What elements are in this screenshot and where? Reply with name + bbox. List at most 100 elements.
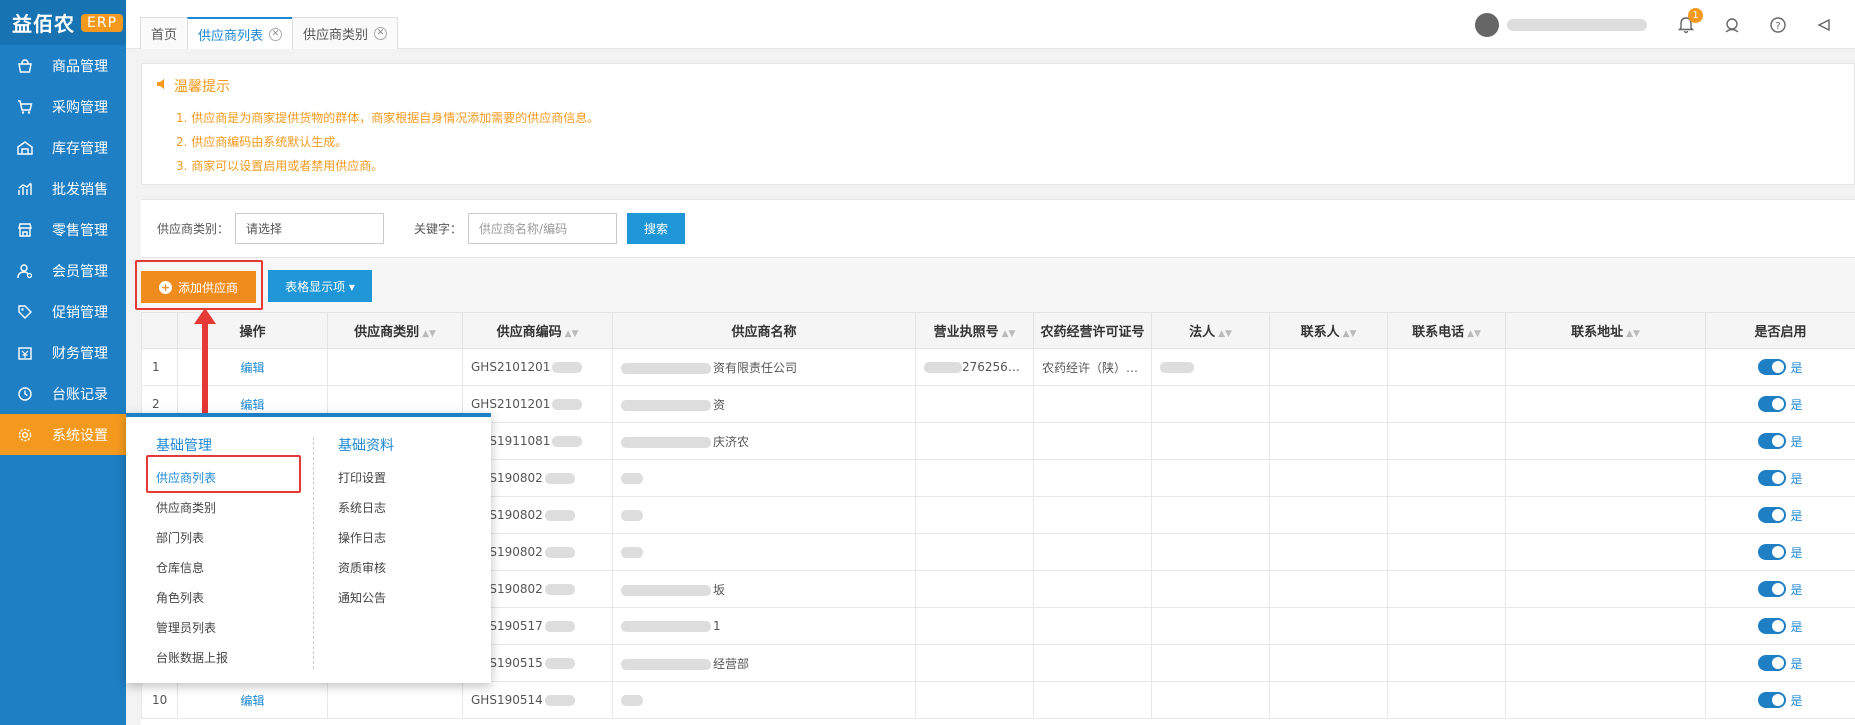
menu-item[interactable]: 操作日志 — [338, 523, 394, 553]
cell-permit — [1033, 496, 1152, 534]
tab[interactable]: 供应商类别 ✕ — [292, 17, 399, 49]
cell-name — [612, 459, 916, 497]
enable-toggle[interactable] — [1758, 544, 1787, 560]
enable-toggle[interactable] — [1758, 507, 1787, 523]
cell-address — [1505, 533, 1706, 571]
enable-toggle[interactable] — [1758, 433, 1787, 449]
tab-label: 首页 — [151, 28, 178, 43]
sidebar-item[interactable]: 财务管理 — [0, 332, 126, 373]
redacted — [621, 584, 711, 596]
logo-text: 益佰农 — [12, 12, 75, 36]
sidebar-item[interactable]: 采购管理 — [0, 86, 126, 127]
menu-item[interactable]: 管理员列表 — [156, 613, 228, 643]
cell-license — [915, 496, 1034, 534]
cell-address — [1505, 459, 1706, 497]
close-icon[interactable]: ✕ — [374, 27, 388, 40]
row-index: 1 — [141, 348, 178, 386]
menu-item[interactable]: 部门列表 — [156, 523, 228, 553]
cell-enabled: 是 — [1705, 644, 1855, 682]
enable-toggle[interactable] — [1758, 396, 1787, 412]
column-header[interactable]: 供应商名称 — [612, 312, 916, 349]
sidebar-item[interactable]: 促销管理 — [0, 291, 126, 332]
basic-management-column: 基础管理 供应商列表 供应商类别 部门列表 仓库信息 角色列表 管理员列表 台账数据上报 — [156, 435, 228, 673]
menu-item[interactable]: 资质审核 — [338, 553, 394, 583]
close-icon[interactable]: ✕ — [269, 27, 283, 41]
help-icon[interactable]: ? — [1767, 14, 1789, 36]
column-header[interactable]: 联系人 ▲▼ — [1269, 312, 1388, 349]
table-row: 1 编辑 GHS2101201 资有限责任公司 2762567… 农药经许（陕）… 是 — [141, 348, 1855, 386]
cell-contact — [1269, 496, 1388, 534]
sidebar-item[interactable]: 台账记录 — [0, 373, 126, 414]
sort-icon[interactable]: ▲▼ — [1467, 329, 1481, 339]
cell-enabled: 是 — [1705, 348, 1855, 386]
enable-toggle[interactable] — [1758, 470, 1787, 486]
cell-license — [915, 644, 1034, 682]
enable-toggle[interactable] — [1758, 359, 1787, 375]
column-display-button[interactable]: 表格显示项 ▾ — [268, 270, 372, 302]
user-name-redacted[interactable] — [1507, 19, 1647, 31]
bell-icon[interactable]: 1 — [1675, 8, 1703, 36]
sidebar-item[interactable]: 批发销售 — [0, 168, 126, 209]
menu-item[interactable]: 供应商列表 — [156, 463, 228, 493]
redacted — [544, 547, 575, 558]
keyword-input[interactable] — [468, 213, 618, 244]
sort-icon[interactable]: ▲▼ — [1002, 329, 1016, 339]
sidebar-item[interactable]: 商品管理 — [0, 45, 126, 86]
avatar[interactable] — [1475, 13, 1499, 37]
support-icon[interactable] — [1721, 14, 1743, 36]
sidebar-item[interactable]: 系统设置 — [0, 414, 134, 455]
enable-toggle[interactable] — [1758, 581, 1787, 597]
add-supplier-button[interactable]: + 添加供应商 — [141, 271, 256, 303]
enable-toggle[interactable] — [1758, 655, 1787, 671]
menu-item[interactable]: 通知公告 — [338, 583, 394, 613]
column-header[interactable]: 营业执照号 ▲▼ — [915, 312, 1034, 349]
redacted — [621, 621, 711, 632]
column-header[interactable]: 法人 ▲▼ — [1151, 312, 1270, 349]
column-header[interactable]: 农药经营许可证号 — [1033, 312, 1152, 349]
menu-item[interactable]: 台账数据上报 — [156, 643, 228, 673]
menu-item[interactable]: 系统日志 — [338, 493, 394, 523]
sidebar-item[interactable]: 库存管理 — [0, 127, 126, 168]
menu-item[interactable]: 打印设置 — [338, 463, 394, 493]
menu-item[interactable]: 角色列表 — [156, 583, 228, 613]
tab[interactable]: 供应商列表 ✕ — [187, 17, 294, 49]
table-row: 10 编辑 GHS190514 是 — [141, 681, 1855, 719]
sort-icon[interactable]: ▲▼ — [1626, 329, 1640, 339]
column-header[interactable]: 供应商编码 ▲▼ — [462, 312, 613, 349]
svg-text:?: ? — [1775, 21, 1780, 32]
redacted — [621, 473, 643, 484]
tab[interactable]: 首页 — [140, 17, 189, 49]
search-button[interactable]: 搜索 — [627, 213, 686, 244]
tab-label: 供应商列表 — [198, 28, 264, 44]
tips-line: 1. 供应商是为商家提供货物的群体，商家根据自身情况添加需要的供应商信息。 — [176, 111, 600, 125]
cell-permit — [1033, 422, 1152, 460]
column-header[interactable]: 供应商类别 ▲▼ — [327, 312, 463, 349]
cell-license — [915, 607, 1034, 645]
redacted — [621, 362, 711, 374]
sort-icon[interactable]: ▲▼ — [1218, 329, 1232, 339]
clock-icon — [15, 384, 35, 404]
logout-icon[interactable] — [1813, 14, 1835, 36]
app-logo[interactable]: 益佰农 ERP — [0, 0, 126, 45]
warehouse-icon — [15, 138, 35, 158]
sidebar-item[interactable]: 零售管理 — [0, 209, 126, 250]
sidebar-item[interactable]: 会员管理 — [0, 250, 126, 291]
column-header[interactable]: 联系地址 ▲▼ — [1505, 312, 1706, 349]
menu-item[interactable]: 仓库信息 — [156, 553, 228, 583]
notification-badge: 1 — [1688, 8, 1703, 23]
sort-icon[interactable]: ▲▼ — [1343, 329, 1357, 339]
sort-icon[interactable]: ▲▼ — [422, 329, 436, 339]
column-header[interactable]: 联系电话 ▲▼ — [1387, 312, 1506, 349]
enable-toggle[interactable] — [1758, 692, 1787, 708]
cell-permit: 农药经许（陕）… — [1033, 348, 1152, 386]
category-select[interactable]: 请选择 — [235, 213, 385, 244]
redacted — [621, 547, 643, 558]
keyword-label: 关键字： — [414, 222, 463, 236]
sort-icon[interactable]: ▲▼ — [565, 329, 579, 339]
menu-item[interactable]: 供应商类别 — [156, 493, 228, 523]
edit-link[interactable]: 编辑 — [177, 681, 328, 719]
enable-toggle[interactable] — [1758, 618, 1787, 634]
redacted — [621, 510, 643, 521]
speaker-icon — [156, 78, 168, 94]
cell-enabled: 是 — [1705, 422, 1855, 460]
